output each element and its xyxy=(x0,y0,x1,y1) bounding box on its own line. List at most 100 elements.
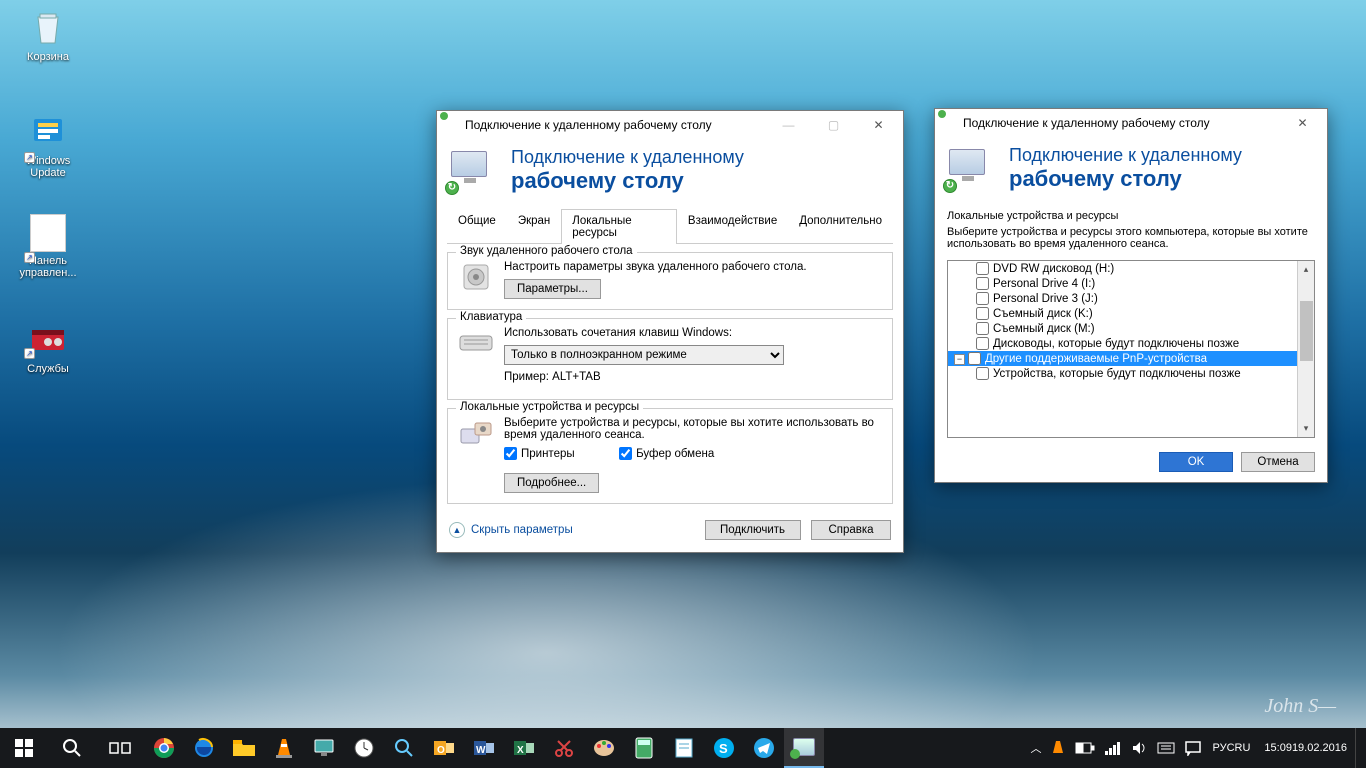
tab-experience[interactable]: Взаимодействие xyxy=(677,209,788,244)
taskbar-app-chrome[interactable] xyxy=(144,728,184,768)
tray-keyboard-icon[interactable] xyxy=(1152,728,1180,768)
svg-text:O: O xyxy=(437,745,445,756)
chevron-up-icon: ▲ xyxy=(449,522,465,538)
tree-item[interactable]: DVD RW дисковод (H:) xyxy=(948,261,1297,276)
shortcut-overlay-icon: ↗ xyxy=(24,152,35,163)
tree-item[interactable]: Personal Drive 3 (J:) xyxy=(948,291,1297,306)
rdp-main-window: Подключение к удаленному рабочему столу … xyxy=(436,110,904,553)
taskbar-app-vlc[interactable] xyxy=(264,728,304,768)
desktop-icon-label: Панель управлен... xyxy=(12,255,84,279)
task-view-button[interactable] xyxy=(96,728,144,768)
desktop-icon-services[interactable]: ↗ Службы xyxy=(12,318,84,375)
chrome-icon xyxy=(152,736,176,760)
tab-display[interactable]: Экран xyxy=(507,209,561,244)
taskbar-app-telegram[interactable] xyxy=(744,728,784,768)
taskbar-app-snip[interactable] xyxy=(544,728,584,768)
taskbar-app-clock[interactable] xyxy=(344,728,384,768)
taskbar-app-ie[interactable] xyxy=(184,728,224,768)
desktop-icon-label: Windows Update xyxy=(12,155,84,179)
control-panel-icon xyxy=(30,214,66,252)
taskbar-app-generic1[interactable] xyxy=(304,728,344,768)
tree-item[interactable]: Устройства, которые будут подключены поз… xyxy=(948,366,1297,381)
start-button[interactable] xyxy=(0,728,48,768)
help-button[interactable]: Справка xyxy=(811,520,891,540)
group-heading: Локальные устройства и ресурсы xyxy=(935,206,1327,224)
system-tray: ︿ РУС RU 15:09 19.02.2016 xyxy=(1025,728,1366,768)
tree-scrollbar[interactable]: ▴ ▾ xyxy=(1297,261,1314,437)
shortcut-overlay-icon: ↗ xyxy=(24,348,35,359)
desktop-icon-recycle-bin[interactable]: Корзина xyxy=(12,6,84,63)
clipboard-checkbox[interactable]: Буфер обмена xyxy=(619,447,714,460)
scissors-icon xyxy=(552,736,576,760)
tree-collapse-icon[interactable]: − xyxy=(954,354,965,365)
show-desktop-button[interactable] xyxy=(1355,728,1366,768)
rdp-devices-dialog: Подключение к удаленному рабочему столу … xyxy=(934,108,1328,483)
note-icon xyxy=(672,736,696,760)
keyboard-example: Пример: ALT+TAB xyxy=(504,371,882,383)
keyboard-desc: Использовать сочетания клавиш Windows: xyxy=(504,327,882,339)
taskbar-app-calc[interactable] xyxy=(624,728,664,768)
header-line2: рабочему столу xyxy=(511,168,744,194)
clock-button[interactable]: 15:09 19.02.2016 xyxy=(1256,728,1355,768)
tray-network-icon[interactable] xyxy=(1100,728,1126,768)
audio-settings-button[interactable]: Параметры... xyxy=(504,279,601,299)
keyboard-icon xyxy=(458,327,494,359)
speaker-icon xyxy=(458,261,494,293)
close-button[interactable]: ✕ xyxy=(856,111,901,139)
action-center-button[interactable] xyxy=(1180,728,1206,768)
taskbar-app-explorer[interactable] xyxy=(224,728,264,768)
printers-checkbox[interactable]: Принтеры xyxy=(504,447,575,460)
cancel-button[interactable]: Отмена xyxy=(1241,452,1315,472)
connect-button[interactable]: Подключить xyxy=(705,520,801,540)
svg-text:S: S xyxy=(719,741,728,756)
tab-local-resources[interactable]: Локальные ресурсы xyxy=(561,209,677,244)
taskbar-app-outlook[interactable]: O xyxy=(424,728,464,768)
tab-general[interactable]: Общие xyxy=(447,209,507,244)
taskbar-app-search2[interactable] xyxy=(384,728,424,768)
taskbar-app-word[interactable]: W xyxy=(464,728,504,768)
ok-button[interactable]: OK xyxy=(1159,452,1233,472)
local-legend: Локальные устройства и ресурсы xyxy=(456,401,643,413)
audio-desc: Настроить параметры звука удаленного раб… xyxy=(504,261,882,273)
scroll-thumb[interactable] xyxy=(1300,301,1313,361)
desktop-icon-windows-update[interactable]: ↗ Windows Update xyxy=(12,110,84,179)
scroll-down-icon[interactable]: ▾ xyxy=(1298,420,1314,437)
tray-vlc-icon[interactable] xyxy=(1046,728,1070,768)
magnifier-icon xyxy=(392,736,416,760)
desktop-icon-control-panel[interactable]: ↗ Панель управлен... xyxy=(12,214,84,279)
windows-update-icon xyxy=(27,110,69,152)
taskbar-app-excel[interactable]: X xyxy=(504,728,544,768)
tree-item[interactable]: Дисководы, которые будут подключены позж… xyxy=(948,336,1297,351)
vlc-icon xyxy=(272,736,296,760)
dialog-header: ↻ Подключение к удаленному рабочему стол… xyxy=(437,139,903,208)
minimize-button[interactable]: — xyxy=(766,111,811,139)
tree-item[interactable]: Personal Drive 4 (I:) xyxy=(948,276,1297,291)
titlebar[interactable]: Подключение к удаленному рабочему столу … xyxy=(935,109,1327,137)
tree-item[interactable]: Съемный диск (M:) xyxy=(948,321,1297,336)
desktop-icon-label: Службы xyxy=(12,363,84,375)
header-line1: Подключение к удаленному xyxy=(511,147,744,168)
word-icon: W xyxy=(472,736,496,760)
scroll-up-icon[interactable]: ▴ xyxy=(1298,261,1314,278)
tray-battery-icon[interactable] xyxy=(1070,728,1100,768)
tray-overflow-button[interactable]: ︿ xyxy=(1025,728,1046,768)
window-title: Подключение к удаленному рабочему столу xyxy=(465,118,766,132)
language-indicator[interactable]: РУС RU xyxy=(1206,728,1256,768)
dialog-footer: ▲ Скрыть параметры Подключить Справка xyxy=(437,512,903,552)
taskbar-app-notes[interactable] xyxy=(664,728,704,768)
telegram-icon xyxy=(752,736,776,760)
search-button[interactable] xyxy=(48,728,96,768)
more-button[interactable]: Подробнее... xyxy=(504,473,599,493)
tab-advanced[interactable]: Дополнительно xyxy=(788,209,893,244)
recycle-bin-icon xyxy=(27,6,69,48)
taskbar-app-rdp[interactable] xyxy=(784,728,824,768)
tray-volume-icon[interactable] xyxy=(1126,728,1152,768)
taskbar-app-paint[interactable] xyxy=(584,728,624,768)
close-button[interactable]: ✕ xyxy=(1280,109,1325,137)
keyboard-combo[interactable]: Только в полноэкранном режиме xyxy=(504,345,784,365)
titlebar[interactable]: Подключение к удаленному рабочему столу … xyxy=(437,111,903,139)
tree-item[interactable]: Съемный диск (K:) xyxy=(948,306,1297,321)
hide-options-link[interactable]: ▲ Скрыть параметры xyxy=(449,522,573,538)
tree-item-selected[interactable]: Другие поддерживаемые PnP-устройства xyxy=(948,351,1297,366)
taskbar-app-skype[interactable]: S xyxy=(704,728,744,768)
